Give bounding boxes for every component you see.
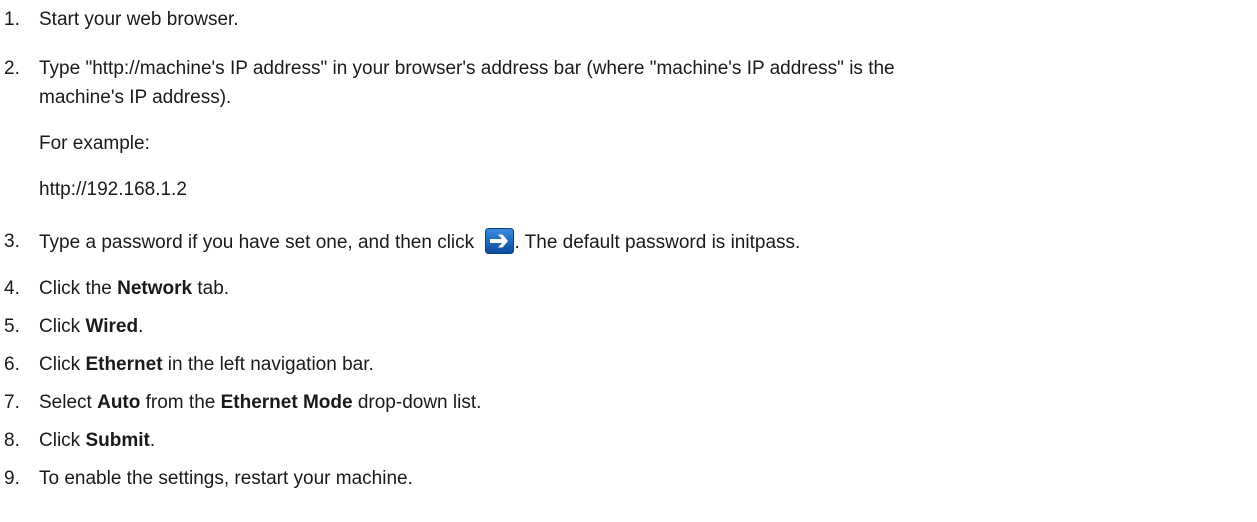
step-text-pre: Click the [39,278,118,299]
step-text-post: . [138,316,144,337]
step-text-post: in the left navigation bar. [162,354,374,375]
ui-term-auto: Auto [97,392,141,413]
ui-term-submit: Submit [85,430,150,451]
step-text-pre: Click [39,354,86,375]
step-number: 1. [4,9,20,30]
step-text-post: drop-down list. [352,392,482,413]
ui-term-wired: Wired [85,316,139,337]
example-url: http://192.168.1.2 [39,179,187,200]
step-text-pre: Select [39,392,98,413]
step-number: 4. [4,278,20,299]
step-text-pre: Click [39,316,86,337]
step-text: Click Submit. [39,427,1255,454]
step-2-line-2: machine's IP address). [39,87,232,108]
step-text: To enable the settings, restart your mac… [39,468,413,489]
step-number: 5. [4,316,20,337]
step-text-mid: from the [140,392,221,413]
step-number: 7. [4,392,20,413]
step-number: 3. [4,231,20,252]
step-text-pre: Type a password if you have set one, and… [39,232,480,253]
arrow-right-icon[interactable] [485,228,515,254]
step-text-line-1: Type "http://machine's IP address" in yo… [39,58,895,79]
ui-term-ethernet: Ethernet [85,354,163,375]
step-text: Click Wired. [39,313,1255,340]
step-number: 9. [4,468,20,489]
ui-term-network: Network [117,278,193,299]
step-number: 8. [4,430,20,451]
step-text: Type a password if you have set one, and… [39,228,1255,256]
step-text-post: tab. [192,278,230,299]
step-text-post: . [149,430,156,451]
step-text: Click the Network tab. [39,275,1255,302]
step-number: 2. [4,58,20,79]
step-text-post: . The default password is initpass. [514,232,801,253]
ui-term-ethernet-mode: Ethernet Mode [220,392,353,413]
step-text: Click Ethernet in the left navigation ba… [39,351,1255,378]
example-label: For example: [39,133,150,154]
step-text: Start your web browser. [39,9,239,30]
step-text-pre: Click [39,430,86,451]
step-number: 6. [4,354,20,375]
step-text: Select Auto from the Ethernet Mode drop-… [39,389,1255,416]
